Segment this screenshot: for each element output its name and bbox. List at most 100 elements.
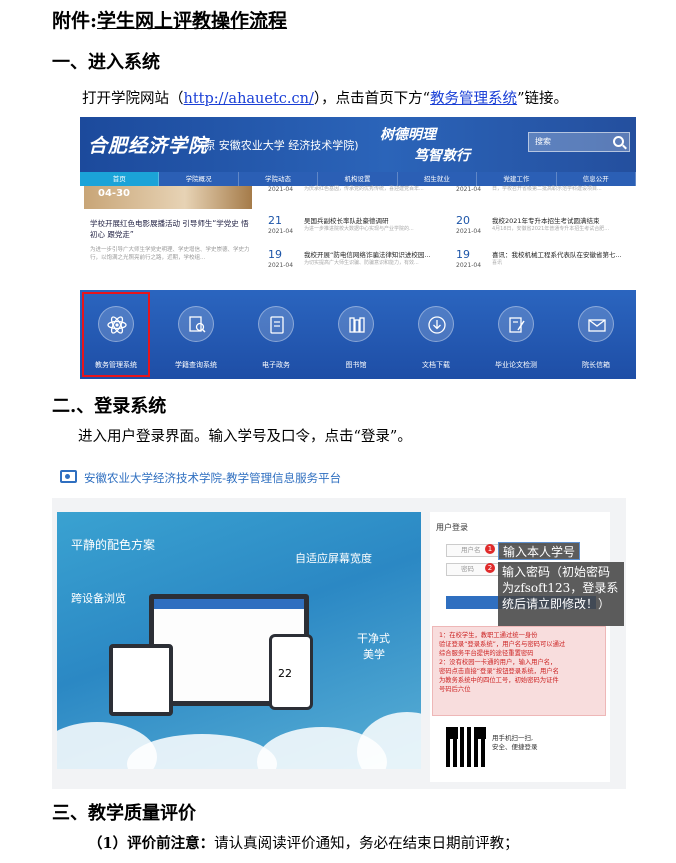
cloud-shape [357, 712, 421, 769]
books-icon [338, 306, 374, 342]
tile-label: 院长信箱 [582, 361, 610, 369]
section2-heading: 二.、登录系统 [52, 396, 167, 417]
news-item[interactable]: 2021-04 日，学校召开省级第二批高职示范学科建设项目... [456, 184, 634, 210]
tile-label: 学籍查询系统 [175, 361, 217, 369]
news-sub: 喜讯 [492, 260, 503, 266]
section3-heading: 三、教学质量评价 [52, 803, 196, 824]
academic-system-link[interactable]: 教务管理系统 [430, 91, 517, 107]
title-prefix: 附件: [52, 10, 98, 32]
s1-text-mid: ），点击首页下方“ [313, 91, 431, 107]
school-website-link[interactable]: http://ahauetc.cn/ [184, 91, 314, 107]
news-yearmonth: 2021-04 [456, 262, 482, 269]
news-title: 我校开展“防电信网络诈骗法律知识进校园... [304, 251, 431, 259]
news-day: 21 [268, 214, 282, 227]
school-website-screenshot: 合肥经济学院 (原 安徽农业大学 经济技术学院) 树德明理 笃智敦行 搜索 首页… [80, 117, 636, 379]
tile-label: 毕业论文检测 [495, 361, 537, 369]
nav-item-home[interactable]: 首页 [80, 172, 160, 186]
title-main: 学生网上评教操作流程 [97, 10, 288, 32]
mail-icon [578, 306, 614, 342]
login-page-screenshot: 安徽农业大学经济技术学院-教学管理信息服务平台 平静的配色方案 自适应屏幕宽度 … [52, 456, 626, 789]
step-badge-1: 1 [485, 544, 495, 554]
monitor-date: 22 [278, 667, 292, 680]
news-title: 我校2021年专升本招生考试圆满结束 [492, 217, 600, 225]
qr-code [446, 727, 486, 767]
s1-text-after: ”链接。 [517, 91, 568, 107]
search-placeholder: 搜索 [535, 137, 551, 146]
s1-text-before: 打开学院网站（ [82, 91, 184, 107]
platform-logo-icon [60, 470, 77, 483]
nav-item-overview[interactable]: 学院概况 [159, 172, 239, 186]
featured-news-desc: 为进一步引导广大师生学党史明理、学史增信、学史崇德、学史力行，以饱满之光照亮前行… [90, 247, 250, 261]
password-tooltip: 输入密码（初始密码为zfsoft123，登录系统后请立即修改！） [498, 562, 624, 626]
news-sub: 为庆承红色基因，传承党的优秀传统，喜迎建党百年... [304, 186, 424, 192]
quick-links-bar: 教务管理系统 学籍查询系统 电子政务 图书馆 文档下载 毕业论文检测 院长信箱 [80, 290, 636, 379]
login-panel-title: 用户登录 [436, 523, 468, 532]
news-title: 喜讯：我校机械工程系代表队在安徽省第七... [492, 251, 622, 259]
motto-line2: 笃智敦行 [414, 148, 470, 164]
website-search-input[interactable]: 搜索 [528, 132, 630, 152]
item1-text: 请认真阅读评价通知，务必在结束日期前评教； [214, 836, 519, 852]
news-sub: 4月18日，安徽省2021年普通专升本招生考试合肥... [492, 226, 610, 232]
tile-academic-system[interactable]: 教务管理系统 [80, 290, 152, 379]
news-sub: 为进一步推进院校大数据中心实现与产业学院的... [304, 226, 414, 232]
news-day: 20 [456, 214, 470, 227]
news-yearmonth: 2021-04 [456, 228, 482, 235]
tile-president-mailbox[interactable]: 院长信箱 [560, 290, 632, 379]
cloud-download-icon [418, 306, 454, 342]
section2-paragraph: 进入用户登录界面。输入学号及口令，点击“登录”。 [78, 429, 412, 445]
hero-phrase: 美学 [363, 648, 385, 661]
section1-paragraph: 打开学院网站（http://ahauetc.cn/），点击首页下方“教务管理系统… [82, 87, 568, 108]
tile-label: 电子政务 [262, 361, 290, 369]
featured-news-photo[interactable]: 04-30 [84, 186, 252, 209]
document-title: 附件:学生网上评教操作流程 [52, 6, 287, 33]
tile-thesis-check[interactable]: 毕业论文检测 [480, 290, 552, 379]
school-logo[interactable]: 合肥经济学院 [88, 131, 208, 158]
qr-code-caption: 用手机扫一扫, 安全、便捷登录 [492, 734, 538, 751]
hero-phrase: 平静的配色方案 [71, 538, 156, 552]
search-icon[interactable] [613, 136, 624, 147]
news-item[interactable]: 21 2021-04 吴国兵副校长率队赴豪德调研 为进一步推进院校大数据中心实现… [268, 214, 446, 240]
tile-label: 图书馆 [345, 361, 367, 369]
platform-header: 安徽农业大学经济技术学院-教学管理信息服务平台 [52, 456, 626, 498]
highlight-box [82, 292, 150, 377]
featured-news-date: 04-30 [98, 188, 130, 199]
tile-library[interactable]: 图书馆 [320, 290, 392, 379]
document-search-icon [178, 306, 214, 342]
tile-status-query[interactable]: 学籍查询系统 [160, 290, 232, 379]
news-item[interactable]: 19 2021-04 喜讯：我校机械工程系代表队在安徽省第七... 喜讯 [456, 248, 634, 274]
news-day: 19 [456, 248, 470, 261]
news-yearmonth: 2021-04 [268, 186, 294, 193]
phone-illustration: 22 [269, 634, 313, 710]
item1-label: （1）评价前注意： [88, 835, 215, 852]
document-edit-icon [258, 306, 294, 342]
tile-label: 文档下载 [422, 361, 450, 369]
platform-title: 安徽农业大学经济技术学院-教学管理信息服务平台 [84, 471, 342, 485]
section1-heading: 一、进入系统 [52, 52, 160, 73]
website-banner: 合肥经济学院 (原 安徽农业大学 经济技术学院) 树德明理 笃智敦行 搜索 [80, 117, 636, 172]
featured-news-title[interactable]: 学校开展红色电影展播活动 引导师生“学党史 悟初心 跟党走” [90, 218, 250, 240]
news-yearmonth: 2021-04 [456, 186, 482, 193]
news-day: 19 [268, 248, 282, 261]
tablet-illustration [109, 644, 173, 716]
tile-e-government[interactable]: 电子政务 [240, 290, 312, 379]
news-item[interactable]: 2021-04 为庆承红色基因，传承党的优秀传统，喜迎建党百年... [268, 184, 446, 210]
news-title: 吴国兵副校长率队赴豪德调研 [304, 217, 389, 225]
hero-phrase: 跨设备浏览 [71, 592, 126, 605]
school-logo-subtitle: (原 安徽农业大学 经济技术学院) [200, 139, 359, 152]
news-item[interactable]: 20 2021-04 我校2021年专升本招生考试圆满结束 4月18日，安徽省2… [456, 214, 634, 240]
section3-item1: （1）评价前注意：请认真阅读评价通知，务必在结束日期前评教； [88, 832, 519, 853]
username-tooltip: 输入本人学号 [498, 542, 581, 560]
news-sub: 为切实提高广大师生识骗、防骗意识和能力，有效... [304, 260, 419, 266]
news-yearmonth: 2021-04 [268, 262, 294, 269]
news-item[interactable]: 19 2021-04 我校开展“防电信网络诈骗法律知识进校园... 为切实提高广… [268, 248, 446, 274]
hero-phrase: 自适应屏幕宽度 [295, 552, 372, 565]
news-sub: 日，学校召开省级第二批高职示范学科建设项目... [492, 186, 602, 192]
hero-illustration: 平静的配色方案 自适应屏幕宽度 跨设备浏览 干净式 美学 22 [57, 512, 421, 769]
news-section: 04-30 学校开展红色电影展播活动 引导师生“学党史 悟初心 跟党走” 为进一… [80, 186, 636, 290]
news-yearmonth: 2021-04 [268, 228, 294, 235]
tile-downloads[interactable]: 文档下载 [400, 290, 472, 379]
login-notice: 1：在校学生，教职工通过统一身份 验证登录“登录系统”，用户名与密码可以通过 综… [432, 626, 606, 716]
hero-phrase: 干净式 [357, 632, 390, 645]
motto-line1: 树德明理 [380, 127, 436, 143]
step-badge-2: 2 [485, 563, 495, 573]
